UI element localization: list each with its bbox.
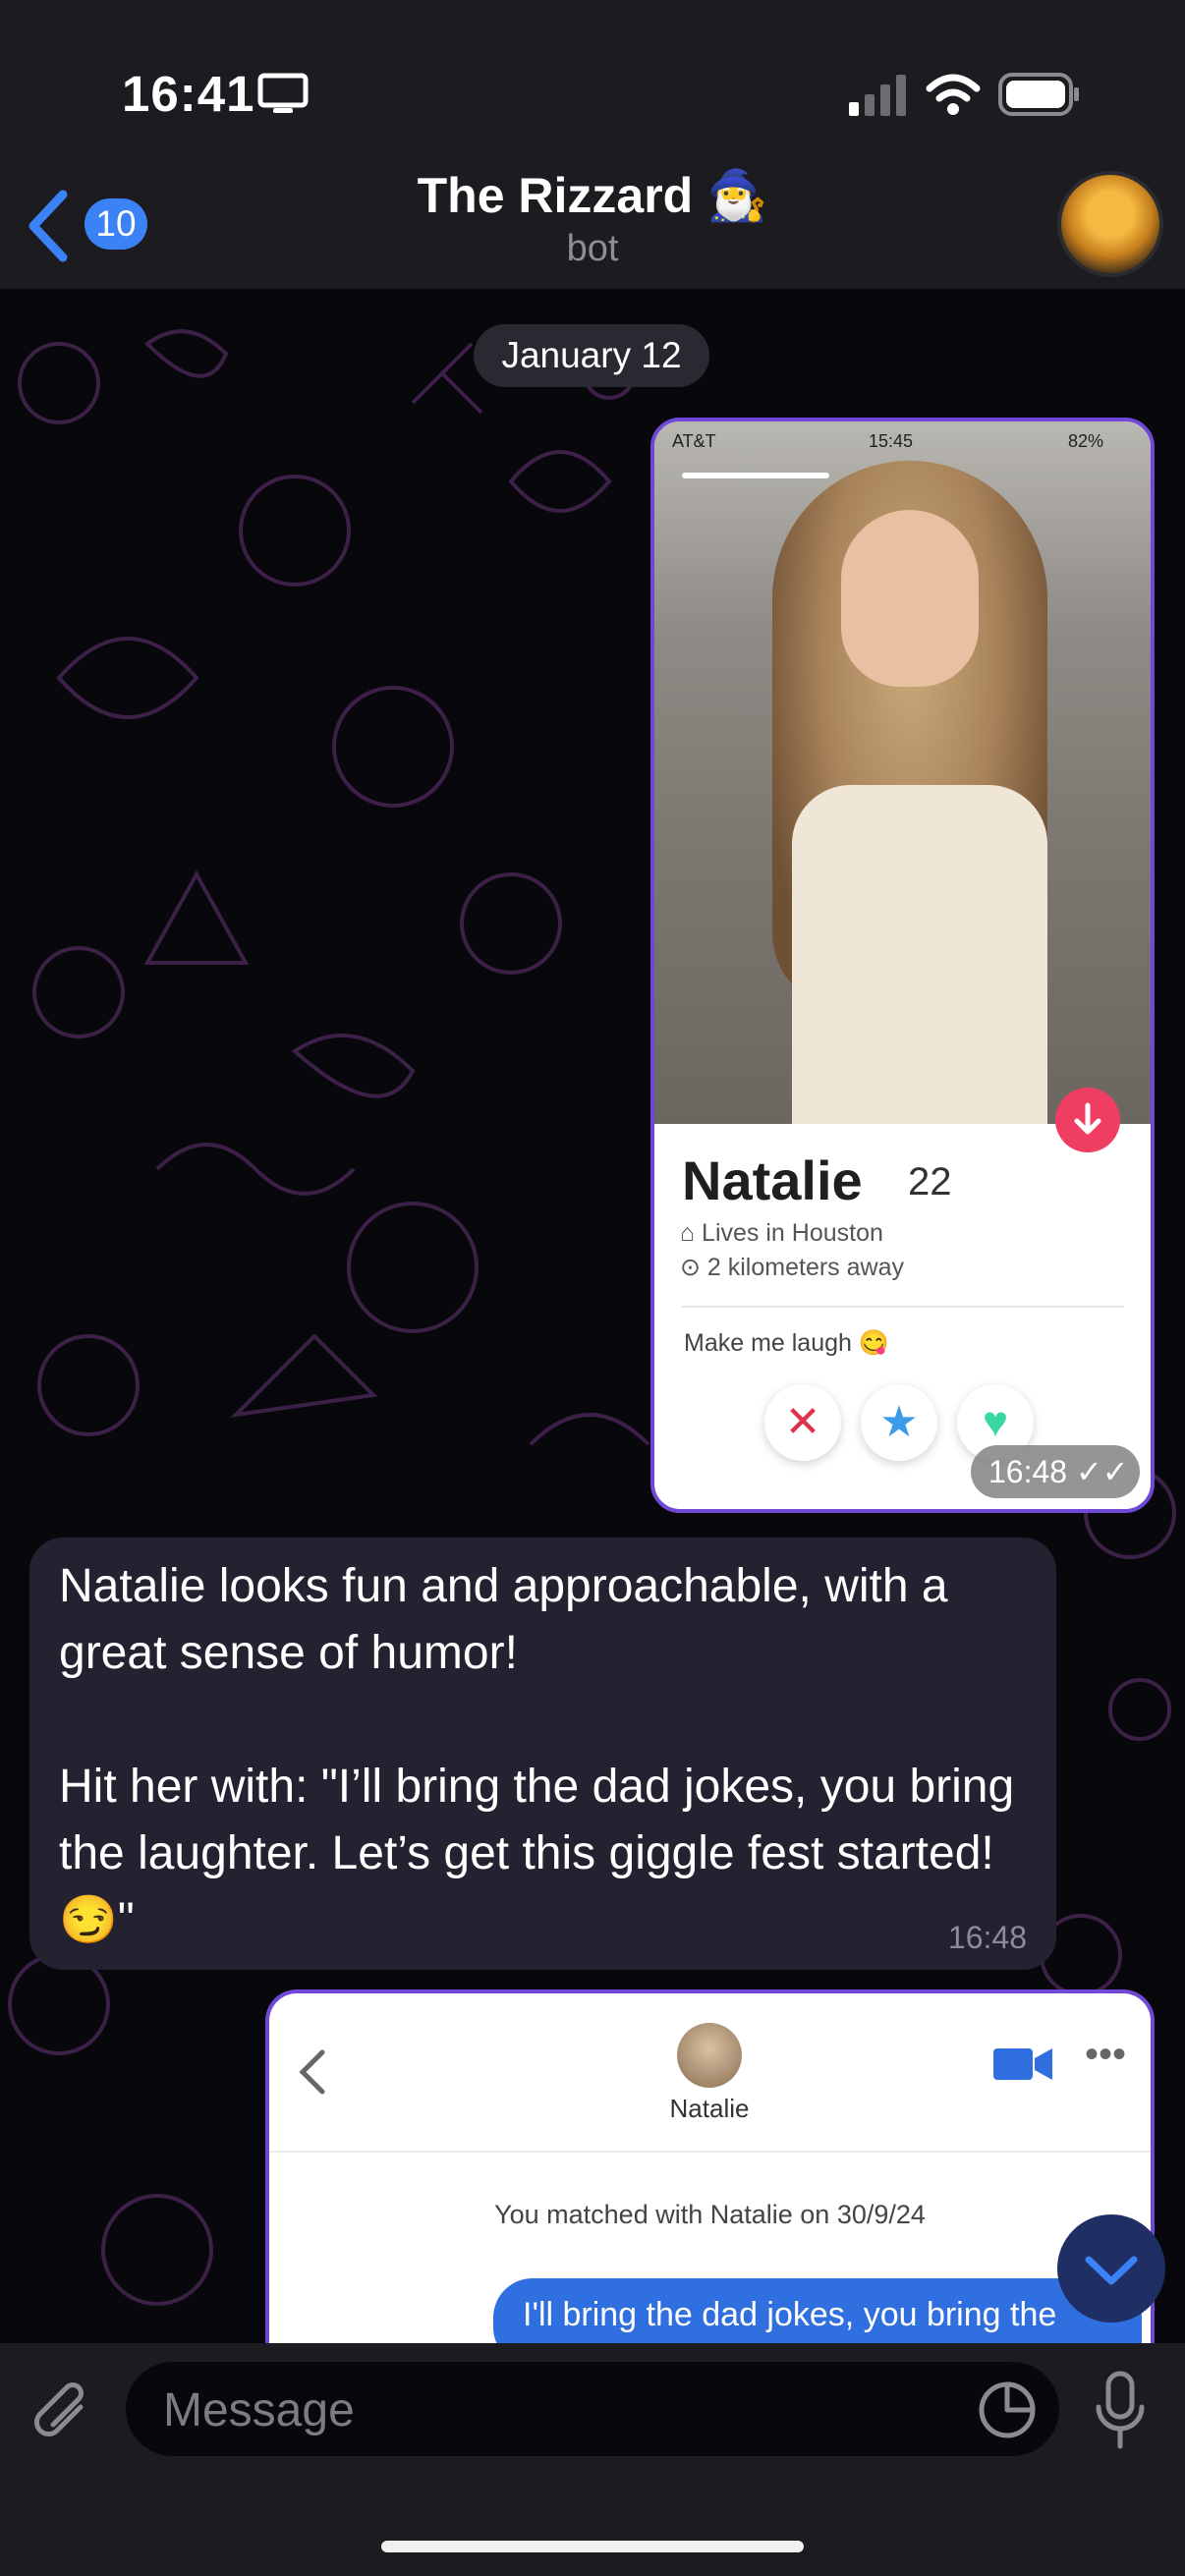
matched-date-text: You matched with Natalie on 30/9/24 [494, 2200, 926, 2229]
profile-screenshot-message[interactable]: AT&T 15:45 82% Natalie 22 ⌂ Lives in Hou… [650, 418, 1155, 1513]
mini-status-bar: AT&T 15:45 82% [672, 431, 1103, 451]
status-time: 16:41 [122, 66, 255, 122]
bot-avatar[interactable] [1057, 171, 1163, 277]
attachment-paperclip-icon[interactable] [29, 2378, 98, 2446]
chat-subtitle: bot [566, 228, 619, 269]
read-checkmarks-icon: ✓✓ [1075, 1454, 1129, 1489]
contact-avatar [677, 2023, 742, 2088]
screen-mirror-icon [257, 73, 309, 113]
super-like-star-icon[interactable]: ★ [861, 1384, 937, 1461]
more-options-icon: ••• [1085, 2033, 1127, 2076]
wifi-icon [926, 74, 981, 115]
profile-age: 22 [908, 1160, 952, 1204]
scroll-down-button[interactable] [1057, 2214, 1165, 2323]
battery-icon [998, 73, 1079, 116]
profile-photo: AT&T 15:45 82% [654, 421, 1151, 1124]
chevron-down-icon [1085, 2256, 1138, 2285]
contact-name: Natalie [669, 2094, 750, 2123]
profile-distance: ⊙ 2 kilometers away [680, 1254, 904, 1281]
message-timestamp: 16:48 ✓✓ [971, 1445, 1140, 1498]
profile-location: ⌂ Lives in Houston [680, 1219, 883, 1247]
profile-bio: Make me laugh 😋 [684, 1329, 889, 1357]
video-call-icon [993, 2048, 1052, 2080]
expand-arrow-icon[interactable] [1055, 1088, 1120, 1152]
reply-text: Natalie looks fun and approachable, with… [59, 1560, 1015, 1946]
dislike-x-icon[interactable]: ✕ [764, 1384, 841, 1461]
profile-name: Natalie [682, 1149, 863, 1211]
signal-icon [849, 75, 906, 116]
microphone-icon[interactable] [1093, 2370, 1148, 2452]
divider [682, 1306, 1124, 1308]
screenshot-chat-header: Natalie ••• [269, 1993, 1151, 2153]
chat-title: The Rizzard 🧙‍♂️ [417, 168, 768, 223]
reply-timestamp: 16:48 [947, 1920, 1027, 1955]
message-placeholder: Message [163, 2384, 355, 2436]
bot-reply-message[interactable]: Natalie looks fun and approachable, with… [29, 1538, 1056, 1970]
home-indicator [381, 2541, 804, 2552]
sticker-icon[interactable] [977, 2380, 1038, 2440]
back-chevron-icon [299, 2049, 325, 2095]
chat-screenshot-message[interactable]: Natalie ••• You matched with Natalie on … [265, 1989, 1155, 2402]
date-divider: January 12 [474, 324, 709, 387]
